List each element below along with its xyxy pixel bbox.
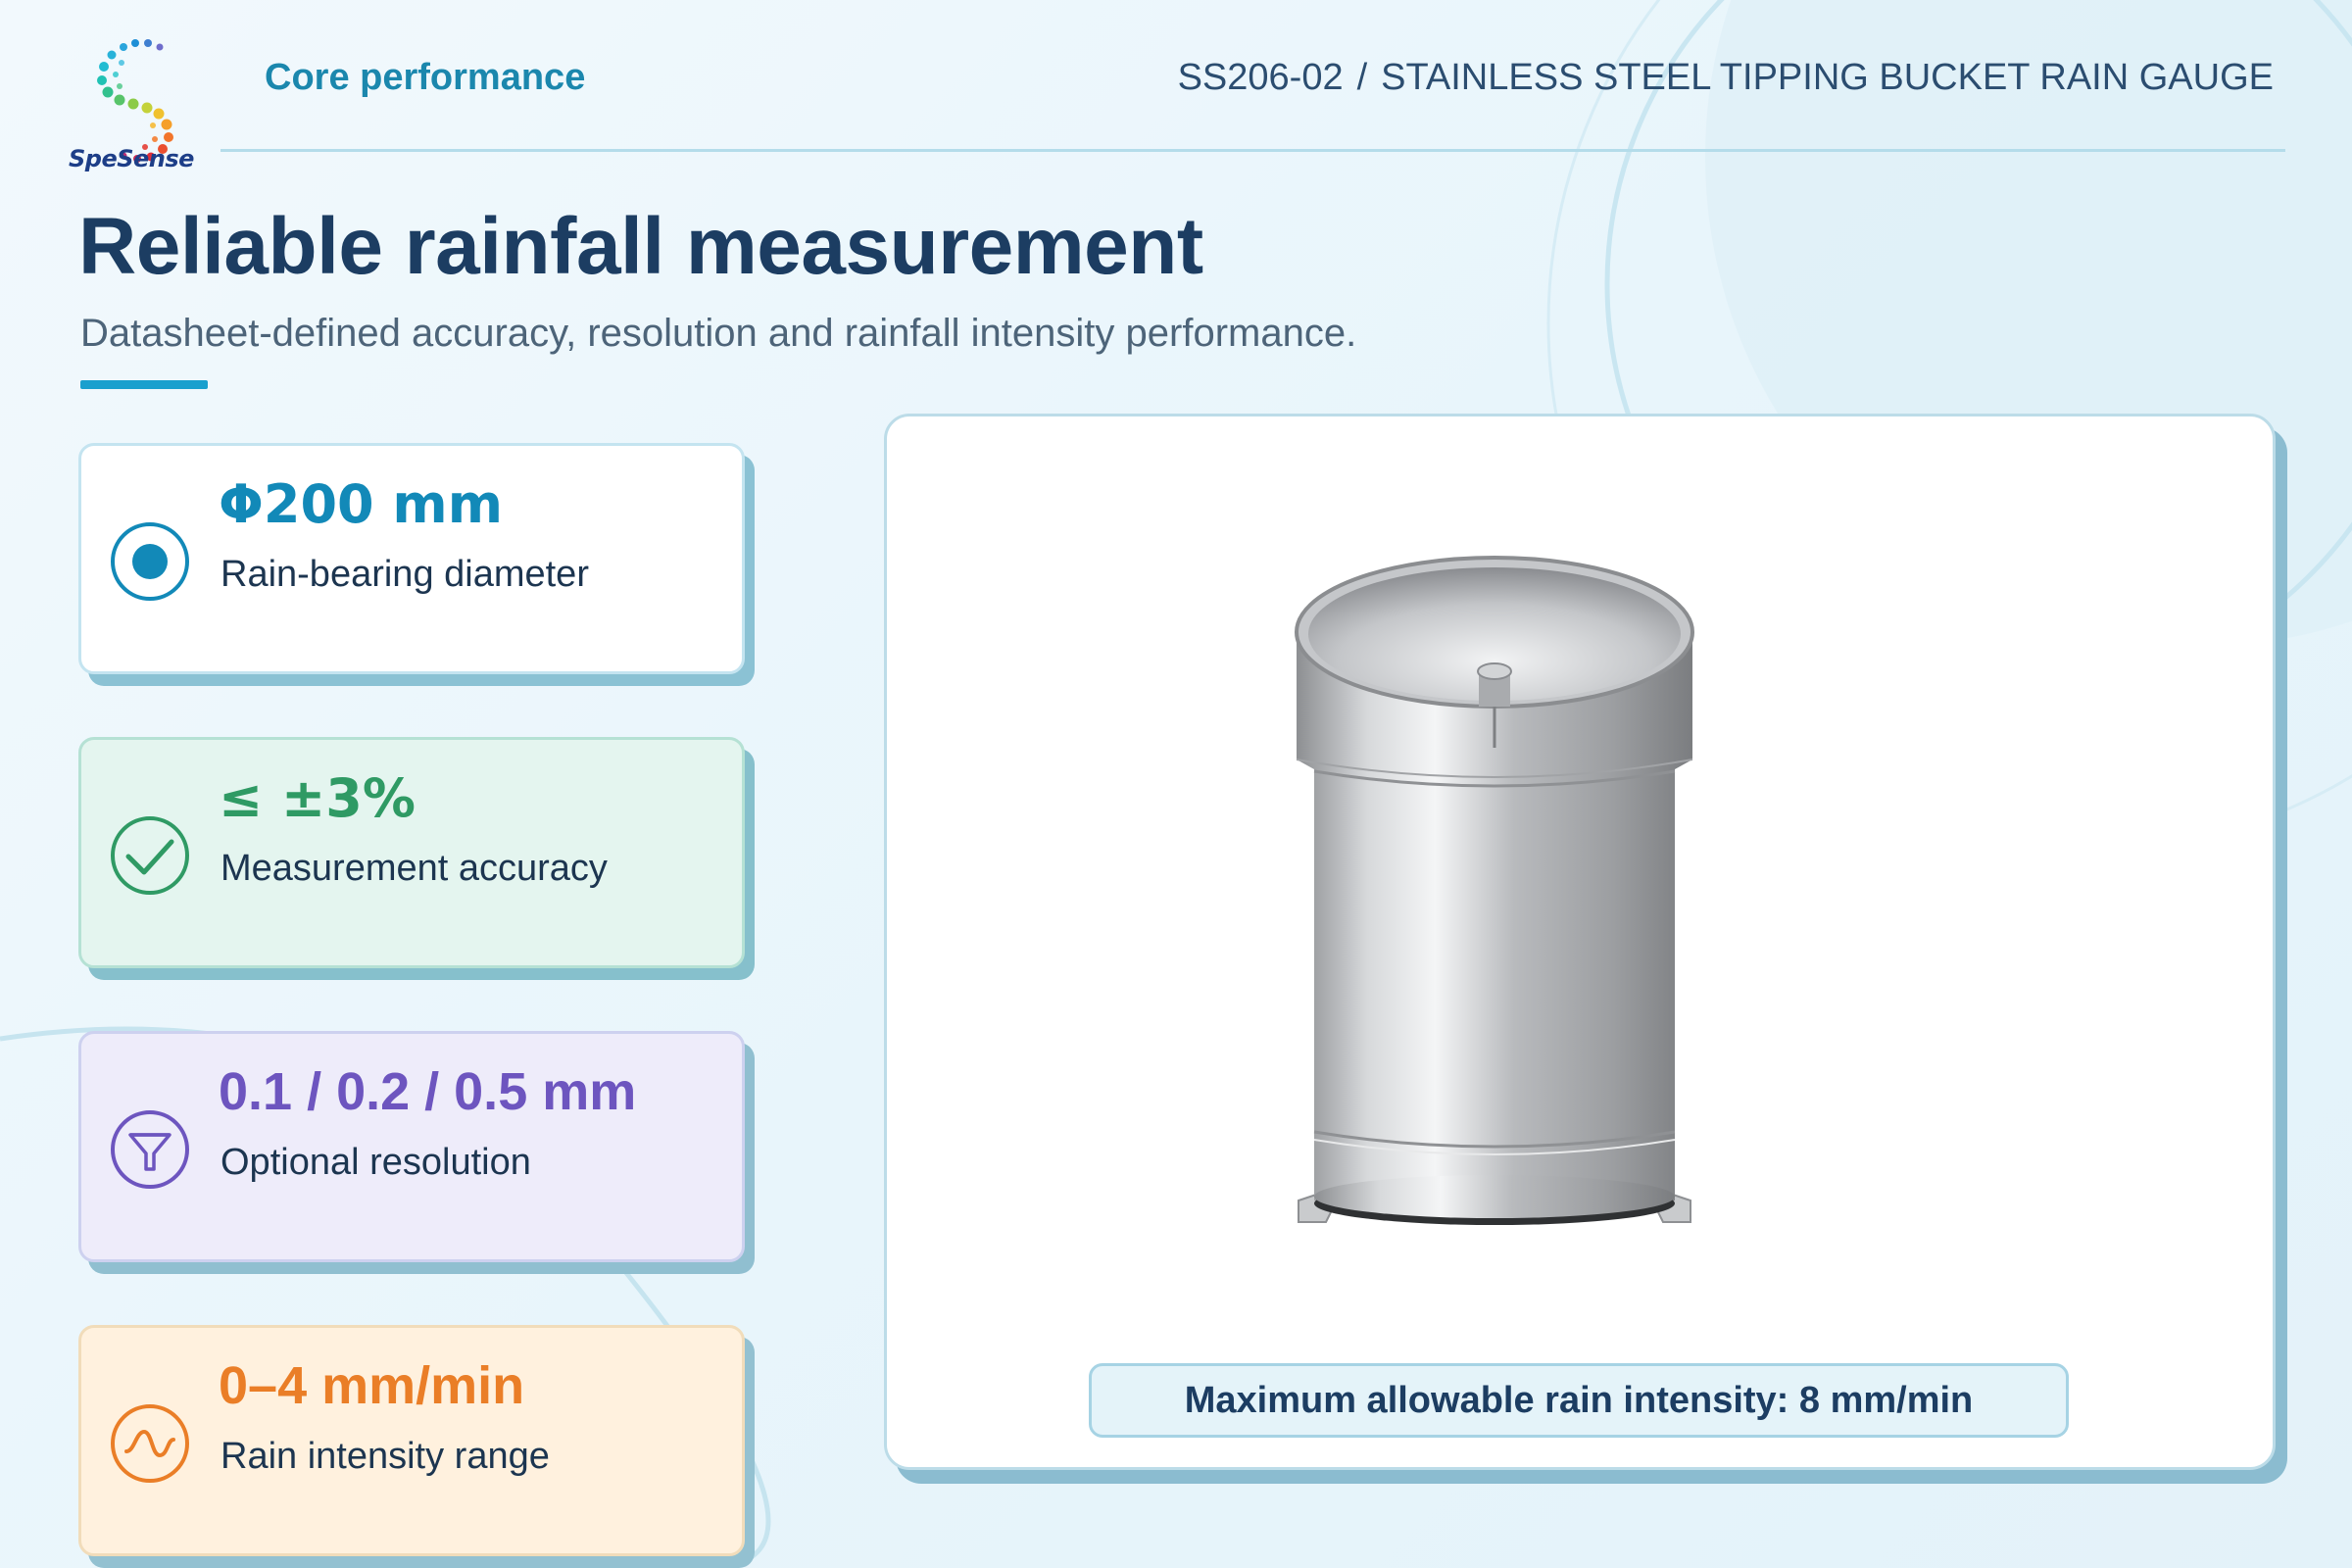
product-image-panel: Maximum allowable rain intensity: 8 mm/m…	[884, 414, 2276, 1470]
header-separator: /	[1356, 57, 1368, 98]
spec-label: Optional resolution	[220, 1142, 531, 1183]
header-divider	[220, 149, 2285, 152]
spec-card-accuracy: ≤ ±3% Measurement accuracy	[78, 737, 745, 968]
brand-name: SpeSense	[69, 145, 194, 172]
product-name: STAINLESS STEEL TIPPING BUCKET RAIN GAUG…	[1381, 57, 2274, 98]
spec-value: 0–4 mm/min	[219, 1356, 525, 1415]
spec-label: Measurement accuracy	[220, 848, 608, 889]
spec-card-intensity: 0–4 mm/min Rain intensity range	[78, 1325, 745, 1556]
title-accent-bar	[80, 380, 208, 389]
target-icon	[111, 522, 189, 601]
check-circle-icon	[111, 816, 189, 895]
spec-value: Φ200 mm	[219, 473, 503, 535]
spec-value: 0.1 / 0.2 / 0.5 mm	[219, 1062, 637, 1121]
page-subtitle: Datasheet-defined accuracy, resolution a…	[80, 312, 1357, 355]
wave-icon	[111, 1404, 189, 1483]
product-header: SS206-02 / STAINLESS STEEL TIPPING BUCKET …	[1178, 57, 2274, 99]
spec-value: ≤ ±3%	[219, 767, 416, 829]
spec-card-diameter: Φ200 mm Rain-bearing diameter	[78, 443, 745, 674]
spec-card-resolution: 0.1 / 0.2 / 0.5 mm Optional resolution	[78, 1031, 745, 1262]
spec-label: Rain intensity range	[220, 1436, 550, 1477]
page-title: Reliable rainfall measurement	[78, 202, 1203, 291]
spec-label: Rain-bearing diameter	[220, 554, 589, 595]
funnel-icon	[111, 1110, 189, 1189]
model-number: SS206-02	[1177, 57, 1344, 98]
rain-gauge-illustration	[1295, 556, 1694, 1225]
section-label: Core performance	[265, 57, 586, 98]
image-caption: Maximum allowable rain intensity: 8 mm/m…	[1089, 1363, 2069, 1438]
